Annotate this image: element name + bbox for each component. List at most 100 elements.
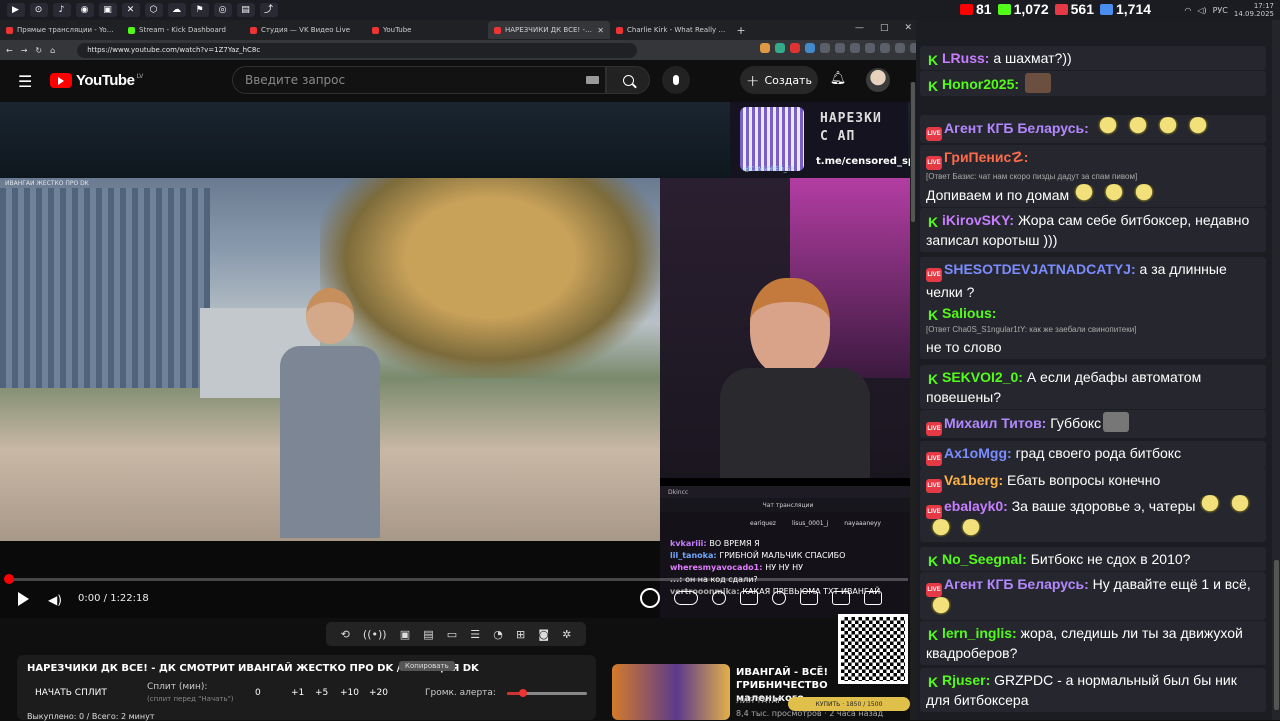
chat-username[interactable]: Va1berg: [944, 472, 1007, 488]
new-tab-button[interactable]: + [732, 24, 750, 37]
chat-username[interactable]: SEKVOI2_0: [942, 369, 1027, 385]
chat-username[interactable]: No_Seegnal: [942, 551, 1031, 567]
extension-icon[interactable] [895, 43, 905, 53]
start-split-button[interactable]: НАЧАТЬ СПЛИТ [35, 688, 107, 698]
alert-volume-slider[interactable] [507, 689, 587, 697]
sponsorblock-icon[interactable] [640, 588, 660, 608]
taskbar-app-icon[interactable]: ◎ [213, 3, 232, 17]
home-icon[interactable]: ⌂ [50, 46, 55, 55]
play-icon[interactable] [712, 591, 726, 605]
wifi-icon[interactable]: ◠ [1184, 6, 1191, 15]
extension-icon[interactable] [835, 43, 845, 53]
create-button[interactable]: + Создать [740, 66, 818, 94]
split-add-button[interactable]: +1 [291, 688, 304, 698]
taskbar-app-icon[interactable]: ◉ [75, 3, 94, 17]
keyboard-icon[interactable] [586, 76, 599, 84]
extension-icon[interactable] [865, 43, 875, 53]
browser-tab[interactable]: Charlie Kirk - What Really Happened [610, 21, 732, 39]
scrollbar-thumb[interactable] [911, 82, 915, 222]
add-icon[interactable]: ⊞ [516, 628, 525, 641]
taskbar-app-icon[interactable]: ▤ [236, 3, 255, 17]
voice-search-button[interactable] [662, 66, 690, 94]
gear-icon[interactable]: ✲ [562, 628, 571, 641]
maximize-icon[interactable]: □ [880, 23, 889, 33]
chat-scrollbar[interactable] [1272, 20, 1280, 720]
autoplay-toggle[interactable] [674, 591, 698, 605]
language-indicator[interactable]: РУС [1213, 6, 1228, 15]
forward-icon[interactable]: → [21, 46, 28, 55]
gear-icon[interactable] [772, 591, 786, 605]
chat-username[interactable]: ГриПенис☡: [944, 149, 1028, 165]
split-add-button[interactable]: +10 [340, 688, 359, 698]
chat-username[interactable]: SHESOTDEVJATNADCATYJ: [944, 261, 1140, 277]
taskbar-app-icon[interactable]: ⊙ [29, 3, 48, 17]
taskbar-app-icon[interactable]: ⤴ [259, 3, 278, 17]
extension-icon[interactable] [775, 43, 785, 53]
chat-username[interactable]: Михаил Титов: [944, 415, 1050, 431]
chat-scrollbar-thumb[interactable] [1274, 560, 1279, 710]
close-icon[interactable]: ✕ [904, 23, 912, 33]
speed-icon[interactable]: ◔ [493, 628, 503, 641]
chat-username[interactable]: Salious: [942, 305, 996, 321]
reload-icon[interactable]: ↻ [35, 46, 42, 55]
chat-username[interactable]: ebalayk0: [944, 498, 1012, 514]
chat-username[interactable]: Агент КГБ Беларусь: [944, 576, 1093, 592]
taskbar-app-icon[interactable]: ☁ [167, 3, 186, 17]
extension-icon[interactable] [850, 43, 860, 53]
search-button[interactable] [606, 66, 650, 94]
broadcast-icon[interactable]: ((•)) [363, 628, 387, 641]
taskbar-app-icon[interactable]: ♪ [52, 3, 71, 17]
alert-volume-knob[interactable] [519, 689, 527, 697]
volume-icon[interactable]: ◁) [1197, 6, 1206, 15]
split-add-button[interactable]: +5 [315, 688, 328, 698]
extension-icon[interactable] [805, 43, 815, 53]
minimize-icon[interactable]: — [855, 23, 864, 33]
list-icon[interactable]: ☰ [470, 628, 480, 641]
chat-username[interactable]: Ax1oMgg: [944, 445, 1016, 461]
clock[interactable]: 17:17 14.09.2025 [1234, 2, 1274, 18]
chat-username[interactable]: lern_inglis: [942, 625, 1021, 641]
extension-icon[interactable] [880, 43, 890, 53]
loop-icon[interactable]: ⟲ [341, 628, 350, 641]
volume-icon[interactable]: ◀) [48, 593, 62, 607]
browser-tab[interactable]: НАРЕЗЧИКИ ДК ВСЕ! - ДК СМОТРИТ ✕ [488, 21, 610, 39]
extension-icon[interactable] [820, 43, 830, 53]
taskbar-app-icon[interactable]: ▶ [6, 3, 25, 17]
miniplayer-icon[interactable] [800, 591, 818, 605]
url-field[interactable]: https://www.youtube.com/watch?v=1Z7Yaz_h… [77, 42, 638, 58]
chat-username[interactable]: Rjuser: [942, 672, 994, 688]
fullscreen-icon[interactable] [864, 591, 882, 605]
play-icon[interactable] [18, 592, 29, 606]
taskbar-app-icon[interactable]: ✕ [121, 3, 140, 17]
purchase-badge[interactable]: КУПИТЬ · 1850 / 1500 [788, 697, 910, 711]
browser-tab[interactable]: Stream - Kick Dashboard [122, 21, 244, 39]
subtitles-icon[interactable] [740, 591, 758, 605]
back-icon[interactable]: ← [6, 46, 13, 55]
youtube-logo[interactable]: YouTube LV [50, 72, 143, 89]
extension-icon[interactable] [760, 43, 770, 53]
browser-tab[interactable]: YouTube [366, 21, 488, 39]
clip-icon[interactable]: ▤ [423, 628, 433, 641]
taskbar-app-icon[interactable]: ⬡ [144, 3, 163, 17]
taskbar-app-icon[interactable]: ▣ [98, 3, 117, 17]
chat-username[interactable]: Honor2025: [942, 76, 1023, 92]
tab-close-icon[interactable]: ✕ [597, 26, 604, 35]
chat-username[interactable]: Агент КГБ Беларусь: [944, 120, 1093, 136]
avatar[interactable] [866, 68, 890, 92]
chat-username[interactable]: LRuss: [942, 50, 993, 66]
picture-icon[interactable]: ▭ [447, 628, 457, 641]
extension-icon[interactable] [790, 43, 800, 53]
screen-icon[interactable]: ▣ [400, 628, 410, 641]
progress-bar[interactable] [4, 574, 908, 584]
video-player[interactable]: @CENSORED_SP НАРЕЗКИ С АП t.me/censored_… [0, 102, 916, 618]
notifications-icon[interactable]: 🔔︎ [830, 69, 847, 87]
copy-button[interactable]: Копировать [399, 661, 455, 671]
progress-scrubber[interactable] [4, 574, 14, 584]
browser-tab[interactable]: Студия — VK Видео Live [244, 21, 366, 39]
split-add-button[interactable]: +20 [369, 688, 388, 698]
recommended-video[interactable]: ИВАНГАЙ - ВСЁ! ГРИБНИЧЕСТВО маленького… … [612, 664, 912, 720]
recommended-thumbnail[interactable] [612, 664, 730, 720]
taskbar-app-icon[interactable]: ⚑ [190, 3, 209, 17]
theater-mode-icon[interactable] [832, 591, 850, 605]
browser-tab[interactable]: Прямые трансляции - YouTube Studio [0, 21, 122, 39]
